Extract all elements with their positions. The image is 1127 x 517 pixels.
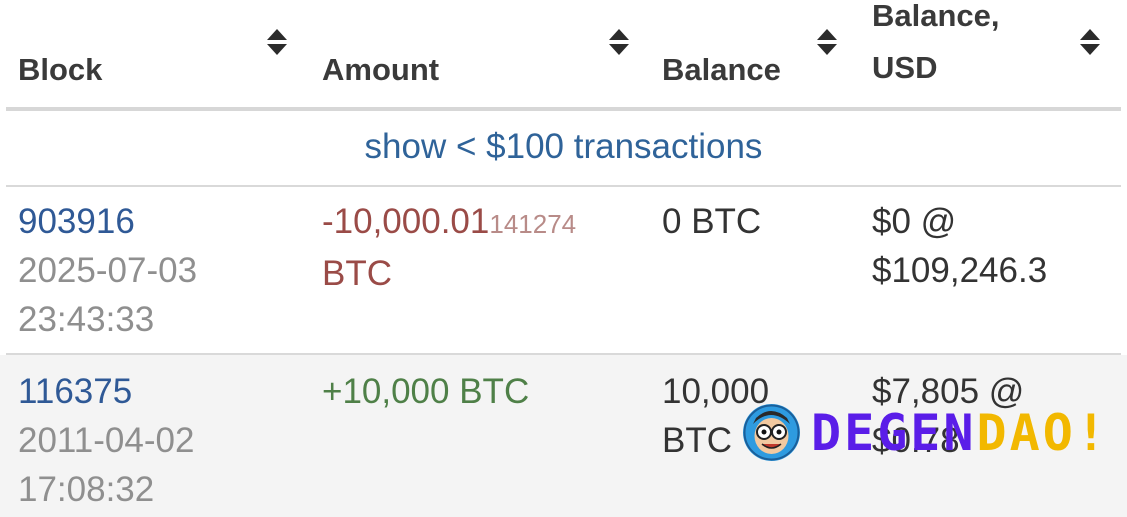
column-header-balance[interactable]: Balance xyxy=(662,44,781,96)
column-header-amount[interactable]: Amount xyxy=(322,44,439,96)
btc-price: $109,246.3 xyxy=(872,251,1048,290)
column-header-label: Amount xyxy=(322,52,440,87)
table-header: Block Amount Balance Balance, USD xyxy=(0,0,1127,111)
watermark: DEGENDAO! xyxy=(743,404,1106,462)
block-time: 23:43:33 xyxy=(18,300,155,339)
block-cell: 903916 2025-07-03 23:43:33 xyxy=(18,197,197,344)
block-date: 2011-04-02 xyxy=(18,421,195,460)
balance-usd-value: $0 @ xyxy=(872,202,957,241)
sort-icon[interactable] xyxy=(1080,28,1100,58)
watermark-text: DEGENDAO! xyxy=(811,404,1109,462)
block-link[interactable]: 116375 xyxy=(18,367,194,416)
sort-icon[interactable] xyxy=(817,28,837,58)
block-link[interactable]: 903916 xyxy=(18,197,197,246)
column-header-label: USD xyxy=(872,50,938,85)
amount-satoshi-digits: 141274 xyxy=(489,209,577,239)
column-header-block[interactable]: Block xyxy=(18,44,102,96)
column-header-label: Balance xyxy=(662,52,781,87)
balance-value: 0 BTC xyxy=(662,202,762,241)
amount-cell: +10,000 BTC xyxy=(322,367,529,416)
amount-cell: -10,000.01141274 BTC xyxy=(322,197,576,298)
column-header-label: Block xyxy=(18,52,103,87)
balance-usd-cell: $0 @ $109,246.3 xyxy=(872,197,1047,295)
sort-icon[interactable] xyxy=(609,28,629,58)
balance-cell: 0 BTC xyxy=(662,197,761,246)
sort-icon[interactable] xyxy=(267,28,287,58)
table-row: 903916 2025-07-03 23:43:33 -10,000.01141… xyxy=(0,187,1127,353)
block-cell: 116375 2011-04-02 17:08:32 xyxy=(18,367,194,514)
amount-value: +10,000 BTC xyxy=(322,372,530,411)
filter-row: show < $100 transactions xyxy=(0,111,1127,185)
block-date: 2025-07-03 xyxy=(18,251,198,290)
cartoon-face-logo-icon xyxy=(743,404,800,461)
column-header-balance-usd[interactable]: Balance, USD xyxy=(872,0,1000,94)
show-small-transactions-link[interactable]: show < $100 transactions xyxy=(0,127,1127,167)
block-time: 17:08:32 xyxy=(18,470,155,509)
column-header-label: Balance, xyxy=(872,0,1000,33)
amount-value: -10,000.01 xyxy=(322,202,490,241)
amount-unit: BTC xyxy=(322,254,392,293)
